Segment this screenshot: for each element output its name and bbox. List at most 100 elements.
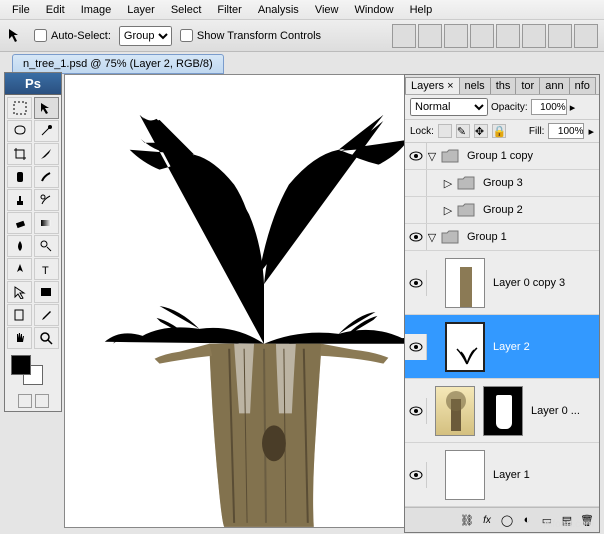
align-icon[interactable] <box>522 24 546 48</box>
opacity-input[interactable] <box>531 99 567 115</box>
visibility-toggle[interactable] <box>405 462 427 488</box>
menu-image[interactable]: Image <box>73 2 120 18</box>
foreground-color[interactable] <box>11 355 31 375</box>
fx-icon[interactable]: fx <box>478 511 496 529</box>
fill-input[interactable] <box>548 123 584 139</box>
visibility-toggle[interactable] <box>405 398 427 424</box>
layer-name[interactable]: Layer 0 ... <box>527 405 584 417</box>
type-tool[interactable]: T <box>34 258 59 280</box>
layer-row[interactable]: Layer 0 ... <box>405 379 599 443</box>
layer-group[interactable]: ▽ Group 1 copy <box>405 143 599 170</box>
layer-thumbnail[interactable] <box>445 450 485 500</box>
blur-tool[interactable] <box>7 235 32 257</box>
layer-name[interactable]: Group 1 <box>463 231 511 243</box>
tab-channels[interactable]: nels <box>459 77 491 94</box>
tab-history[interactable]: tor <box>515 77 540 94</box>
stamp-tool[interactable] <box>7 189 32 211</box>
layer-mask-thumbnail[interactable] <box>483 386 523 436</box>
align-icon[interactable] <box>496 24 520 48</box>
slice-tool[interactable] <box>34 143 59 165</box>
pen-tool[interactable] <box>7 258 32 280</box>
lock-transparency-icon[interactable] <box>438 124 452 138</box>
eyedropper-tool[interactable] <box>34 304 59 326</box>
layer-thumbnail[interactable] <box>445 258 485 308</box>
tab-layers[interactable]: Layers × <box>405 77 460 94</box>
menu-edit[interactable]: Edit <box>38 2 73 18</box>
lock-position-icon[interactable]: ✥ <box>474 124 488 138</box>
quickmask-icon[interactable] <box>18 394 32 408</box>
brush-tool[interactable] <box>34 166 59 188</box>
history-brush-tool[interactable] <box>34 189 59 211</box>
eraser-tool[interactable] <box>7 212 32 234</box>
auto-select-checkbox[interactable]: Auto-Select: <box>34 29 111 42</box>
hand-tool[interactable] <box>7 327 32 349</box>
notes-tool[interactable] <box>7 304 32 326</box>
layer-row[interactable]: Layer 0 copy 3 <box>405 251 599 315</box>
layer-group[interactable]: ▽ Group 1 <box>405 224 599 251</box>
menu-window[interactable]: Window <box>346 2 401 18</box>
dodge-tool[interactable] <box>34 235 59 257</box>
layer-name[interactable]: Layer 1 <box>489 469 534 481</box>
crop-tool[interactable] <box>7 143 32 165</box>
layer-row[interactable]: Layer 1 <box>405 443 599 507</box>
adjustment-icon[interactable]: ◐ <box>518 511 536 529</box>
visibility-toggle[interactable] <box>405 170 427 196</box>
expand-toggle[interactable]: ▷ <box>443 204 453 217</box>
color-swatches[interactable] <box>5 351 61 391</box>
menu-help[interactable]: Help <box>402 2 441 18</box>
screenmode-icon[interactable] <box>35 394 49 408</box>
align-icon[interactable] <box>392 24 416 48</box>
align-icon[interactable] <box>418 24 442 48</box>
lock-all-icon[interactable]: 🔒 <box>492 124 506 138</box>
layer-name[interactable]: Layer 2 <box>489 341 534 353</box>
expand-toggle[interactable]: ▽ <box>427 150 437 163</box>
menu-file[interactable]: File <box>4 2 38 18</box>
visibility-toggle[interactable] <box>405 224 427 250</box>
tab-actions[interactable]: ann <box>539 77 569 94</box>
gradient-tool[interactable] <box>34 212 59 234</box>
move-tool[interactable] <box>34 97 59 119</box>
lasso-tool[interactable] <box>7 120 32 142</box>
layer-thumbnail[interactable] <box>435 386 475 436</box>
layer-thumbnail[interactable] <box>445 322 485 372</box>
mask-icon[interactable]: ◯ <box>498 511 516 529</box>
layer-group[interactable]: ▷ Group 3 <box>405 170 599 197</box>
layer-group[interactable]: ▷ Group 2 <box>405 197 599 224</box>
visibility-toggle[interactable] <box>405 334 427 360</box>
wand-tool[interactable] <box>34 120 59 142</box>
menu-layer[interactable]: Layer <box>119 2 163 18</box>
layer-name[interactable]: Group 2 <box>479 204 527 216</box>
zoom-tool[interactable] <box>34 327 59 349</box>
tab-info[interactable]: nfo <box>569 77 596 94</box>
layer-name[interactable]: Group 3 <box>479 177 527 189</box>
shape-tool[interactable] <box>34 281 59 303</box>
ps-logo: Ps <box>5 73 61 95</box>
expand-toggle[interactable]: ▽ <box>427 231 437 244</box>
menu-select[interactable]: Select <box>163 2 210 18</box>
path-tool[interactable] <box>7 281 32 303</box>
blend-mode-dropdown[interactable]: Normal <box>410 98 488 116</box>
menu-filter[interactable]: Filter <box>209 2 249 18</box>
link-icon[interactable]: ⛓ <box>458 511 476 529</box>
visibility-toggle[interactable] <box>405 197 427 223</box>
align-icon[interactable] <box>574 24 598 48</box>
heal-tool[interactable] <box>7 166 32 188</box>
auto-select-dropdown[interactable]: Group <box>119 26 172 46</box>
marquee-tool[interactable] <box>7 97 32 119</box>
tab-paths[interactable]: ths <box>490 77 517 94</box>
opacity-flyout-icon[interactable]: ▸ <box>570 101 576 114</box>
layer-row-selected[interactable]: Layer 2 <box>405 315 599 379</box>
align-icon[interactable] <box>548 24 572 48</box>
show-transform-checkbox[interactable]: Show Transform Controls <box>180 29 321 42</box>
menu-analysis[interactable]: Analysis <box>250 2 307 18</box>
layer-name[interactable]: Group 1 copy <box>463 150 537 162</box>
align-icon[interactable] <box>470 24 494 48</box>
layer-name[interactable]: Layer 0 copy 3 <box>489 277 569 289</box>
expand-toggle[interactable]: ▷ <box>443 177 453 190</box>
visibility-toggle[interactable] <box>405 270 427 296</box>
lock-pixels-icon[interactable]: ✎ <box>456 124 470 138</box>
align-icon[interactable] <box>444 24 468 48</box>
fill-flyout-icon[interactable]: ▸ <box>588 125 594 138</box>
visibility-toggle[interactable] <box>405 143 427 169</box>
menu-view[interactable]: View <box>307 2 347 18</box>
